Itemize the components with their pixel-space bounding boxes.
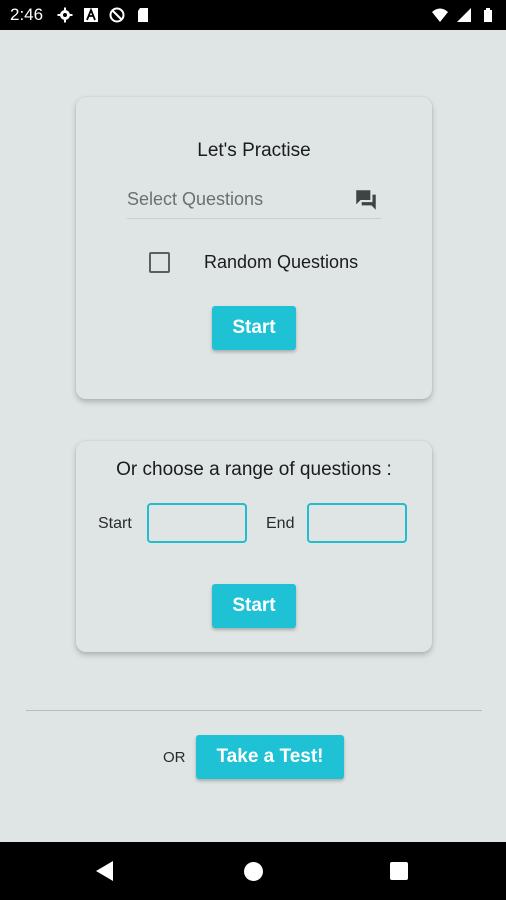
practice-title: Let's Practise bbox=[197, 140, 311, 161]
status-right-icons bbox=[432, 7, 496, 23]
practice-card: Let's Practise Select Questions Random Q… bbox=[76, 97, 432, 399]
sd-card-icon bbox=[138, 8, 149, 22]
random-questions-checkbox[interactable] bbox=[149, 252, 170, 273]
back-icon[interactable] bbox=[96, 861, 114, 881]
select-questions-placeholder: Select Questions bbox=[127, 189, 264, 209]
no-sync-icon bbox=[109, 7, 125, 23]
take-test-button[interactable]: Take a Test! bbox=[196, 735, 344, 779]
settings-gear-icon bbox=[57, 7, 73, 23]
random-questions-label: Random Questions bbox=[204, 252, 359, 272]
a-square-icon bbox=[84, 7, 99, 22]
status-bar: 2:46 bbox=[0, 0, 506, 30]
range-start-button[interactable]: Start bbox=[212, 584, 296, 628]
recents-icon[interactable] bbox=[390, 862, 408, 880]
range-start-label: Start bbox=[98, 515, 132, 532]
range-card: Or choose a range of questions : Start E… bbox=[76, 441, 432, 652]
wifi-icon bbox=[432, 8, 448, 22]
random-questions-row[interactable]: Random Questions bbox=[149, 252, 358, 273]
navigation-bar bbox=[0, 842, 506, 900]
range-end-label: End bbox=[266, 515, 295, 532]
select-questions-field[interactable]: Select Questions bbox=[127, 181, 381, 219]
status-time: 2:46 bbox=[10, 5, 44, 24]
or-label: OR bbox=[163, 749, 186, 766]
practice-start-button[interactable]: Start bbox=[212, 306, 296, 350]
home-icon[interactable] bbox=[244, 862, 263, 881]
range-title: Or choose a range of questions : bbox=[116, 459, 392, 480]
range-end-input[interactable] bbox=[307, 503, 407, 543]
divider bbox=[26, 710, 482, 711]
battery-icon bbox=[484, 8, 492, 22]
signal-icon bbox=[457, 8, 471, 22]
range-start-input[interactable] bbox=[147, 503, 247, 543]
chat-bubbles-icon[interactable] bbox=[353, 187, 379, 213]
status-left-icons bbox=[57, 7, 151, 23]
